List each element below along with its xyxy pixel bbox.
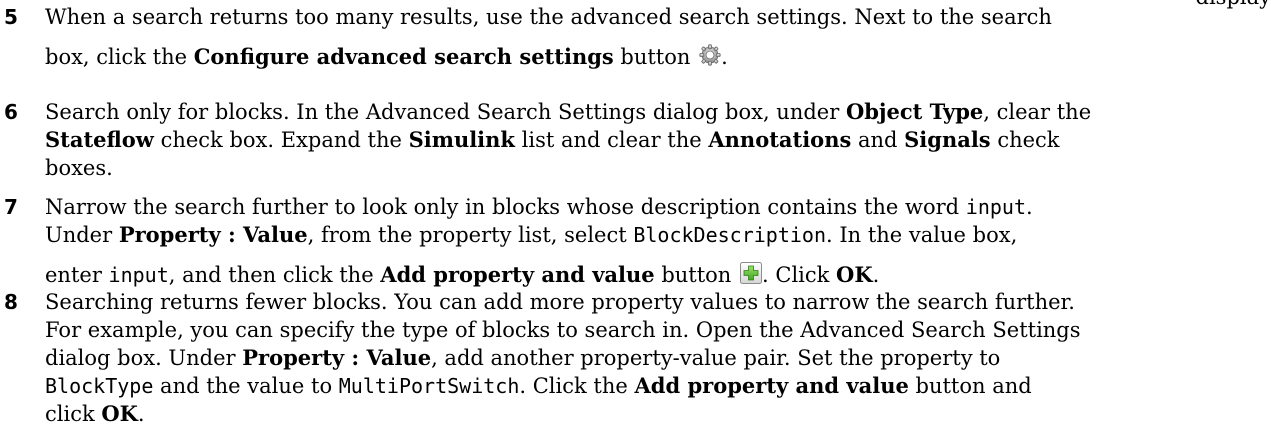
ui-label: OK — [836, 262, 873, 287]
step-6: 6 Search only for blocks. In the Advance… — [0, 98, 1271, 182]
step-text-line: When a search returns too many results, … — [45, 5, 1052, 29]
step-text-line: boxes. — [45, 156, 113, 180]
ui-label: Signals — [904, 127, 991, 152]
step-7: 7 Narrow the search further to look only… — [0, 193, 1271, 289]
step-number: 8 — [4, 290, 18, 314]
ui-label: Configure advanced search settings — [193, 44, 614, 69]
step-text-line: Stateflow check box. Expand the Simulink… — [45, 127, 1060, 152]
add-plus-icon — [740, 262, 763, 284]
step-text-line: Narrow the search further to look only i… — [45, 195, 1033, 219]
code-term: input — [108, 263, 169, 287]
step-text-line: Search only for blocks. In the Advanced … — [45, 99, 1092, 124]
ui-label: Object Type — [845, 99, 984, 124]
step-text-line: Under Property : Value, from the propert… — [45, 222, 1018, 247]
step-text-line: BlockType and the value to MultiPortSwit… — [45, 373, 1032, 398]
step-text-line: For example, you can specify the type of… — [45, 318, 1081, 342]
ui-label: Stateflow — [45, 127, 154, 152]
step-number: 6 — [4, 100, 18, 124]
step-text-line: enter input, and then click the Add prop… — [45, 262, 880, 287]
step-5: 5 When a search returns too many results… — [0, 3, 1271, 71]
ui-label: Property : Value — [242, 345, 432, 370]
ui-label: Property : Value — [118, 222, 308, 247]
ui-label: Add property and value — [380, 262, 655, 287]
code-term: BlockType — [45, 374, 154, 398]
code-term: MultiPortSwitch — [338, 374, 520, 398]
code-term: BlockDescription — [633, 223, 826, 247]
step-number: 5 — [4, 5, 18, 29]
step-number: 7 — [4, 195, 18, 219]
step-text-line: box, click the Configure advanced search… — [45, 44, 728, 69]
gear-icon — [699, 44, 721, 66]
step-text-line: dialog box. Under Property : Value, add … — [45, 345, 1001, 370]
code-term: input — [965, 195, 1027, 219]
ui-label: OK — [101, 401, 138, 426]
step-text-line: Searching returns fewer blocks. You can … — [45, 290, 1075, 314]
step-text-line: click OK. — [45, 401, 145, 426]
ui-label: Add property and value — [634, 373, 909, 398]
ui-label: Annotations — [708, 127, 852, 152]
step-8: 8 Searching returns fewer blocks. You ca… — [0, 288, 1271, 428]
ui-label: Simulink — [408, 127, 515, 152]
